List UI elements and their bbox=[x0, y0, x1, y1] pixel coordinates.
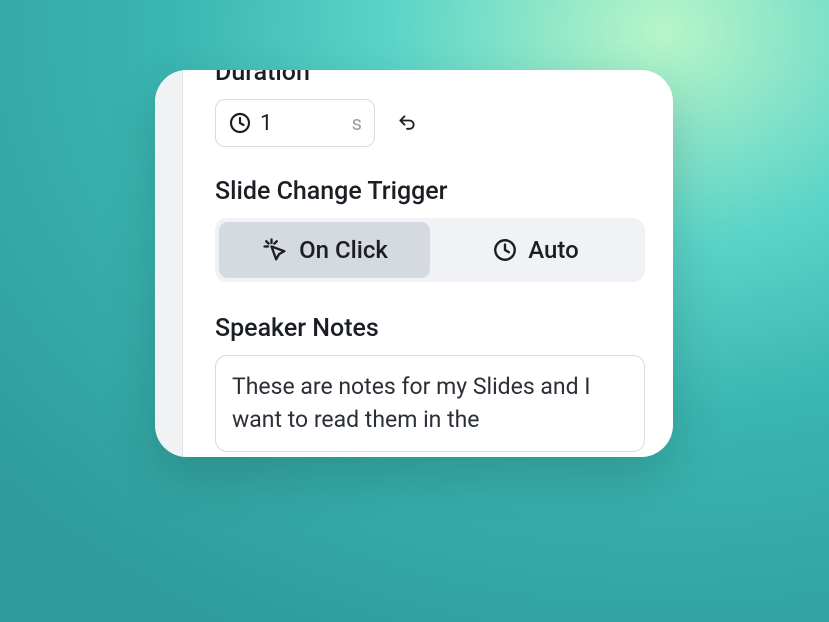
on-click-label: On Click bbox=[299, 236, 388, 264]
duration-value: 1 bbox=[260, 111, 344, 136]
trigger-auto-button[interactable]: Auto bbox=[430, 222, 641, 278]
duration-input[interactable]: 1 s bbox=[215, 99, 375, 147]
speaker-notes-textarea[interactable]: These are notes for my Slides and I want… bbox=[215, 355, 645, 452]
speaker-notes-label: Speaker Notes bbox=[215, 314, 653, 343]
clock-icon bbox=[492, 237, 518, 263]
click-icon bbox=[261, 236, 289, 264]
reset-button[interactable] bbox=[393, 109, 421, 137]
settings-card: Duration 1 s S bbox=[155, 70, 673, 457]
duration-unit: s bbox=[352, 111, 362, 135]
trigger-segmented-control: On Click Auto bbox=[215, 218, 645, 282]
trigger-label: Slide Change Trigger bbox=[215, 177, 653, 206]
undo-icon bbox=[397, 113, 417, 133]
auto-label: Auto bbox=[528, 236, 578, 264]
duration-label: Duration bbox=[215, 70, 653, 87]
clock-icon bbox=[228, 111, 252, 135]
speaker-notes-content: These are notes for my Slides and I want… bbox=[232, 373, 591, 433]
sidebar-edge bbox=[155, 70, 183, 457]
trigger-on-click-button[interactable]: On Click bbox=[219, 222, 430, 278]
